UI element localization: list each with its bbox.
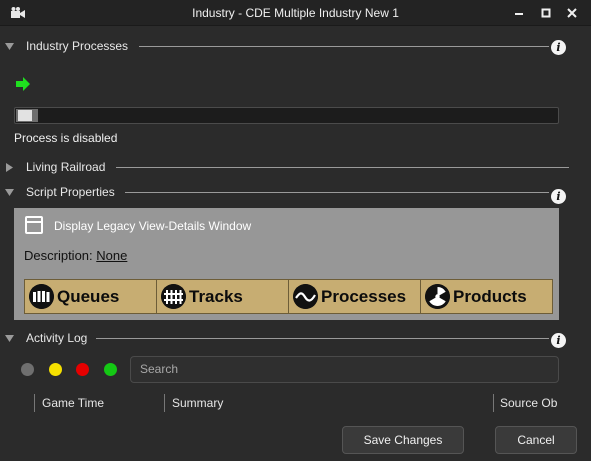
column-source-object[interactable]: Source Ob xyxy=(500,396,557,410)
filter-red-dot[interactable] xyxy=(76,363,89,376)
processes-button[interactable]: Processes xyxy=(289,280,421,313)
script-button-row: Queues Tracks Processes Products xyxy=(24,279,553,314)
radiation-icon xyxy=(425,284,450,309)
minimize-icon[interactable] xyxy=(511,5,527,21)
column-separator xyxy=(34,394,35,412)
section-divider xyxy=(116,167,569,168)
collapse-triangle-icon[interactable] xyxy=(5,188,14,197)
section-living-railroad[interactable]: Living Railroad xyxy=(0,159,591,177)
process-progress-bar xyxy=(14,107,559,124)
filter-green-dot[interactable] xyxy=(104,363,117,376)
section-activity-log[interactable]: Activity Log i xyxy=(0,330,591,348)
script-properties-panel: Display Legacy View-Details Window Descr… xyxy=(14,208,559,320)
title-bar[interactable]: Industry - CDE Multiple Industry New 1 xyxy=(0,0,591,26)
log-search-input[interactable]: Search xyxy=(130,356,559,383)
save-changes-button[interactable]: Save Changes xyxy=(342,426,464,454)
tracks-button[interactable]: Tracks xyxy=(157,280,289,313)
section-label: Activity Log xyxy=(26,331,88,345)
filter-grey-dot[interactable] xyxy=(21,363,34,376)
section-label: Industry Processes xyxy=(26,39,129,53)
column-separator xyxy=(493,394,494,412)
maximize-icon[interactable] xyxy=(538,5,554,21)
products-label: Products xyxy=(453,286,527,306)
description-label: Description: xyxy=(24,248,93,263)
column-separator xyxy=(164,394,165,412)
collapse-triangle-icon[interactable] xyxy=(5,334,14,343)
green-arrow-icon xyxy=(16,77,30,91)
description-value-link[interactable]: None xyxy=(96,248,127,263)
queues-label: Queues xyxy=(57,286,120,306)
section-industry-processes[interactable]: Industry Processes i xyxy=(0,38,591,56)
expand-triangle-icon[interactable] xyxy=(5,163,14,172)
process-status-text: Process is disabled xyxy=(14,131,118,145)
section-label: Script Properties xyxy=(26,185,115,199)
processes-label: Processes xyxy=(321,286,407,306)
window-title: Industry - CDE Multiple Industry New 1 xyxy=(192,6,399,20)
description-row: Description: None xyxy=(24,248,127,263)
section-label: Living Railroad xyxy=(26,160,106,174)
legacy-view-link[interactable]: Display Legacy View-Details Window xyxy=(54,219,251,233)
tracks-label: Tracks xyxy=(189,286,243,306)
section-divider xyxy=(139,46,549,47)
products-button[interactable]: Products xyxy=(421,280,552,313)
section-script-properties[interactable]: Script Properties i xyxy=(0,184,591,204)
window-icon[interactable] xyxy=(25,216,43,234)
column-game-time[interactable]: Game Time xyxy=(42,396,104,410)
process-wave-icon xyxy=(293,284,318,309)
queue-figures-icon xyxy=(29,284,54,309)
info-icon[interactable]: i xyxy=(551,40,566,55)
tracks-icon xyxy=(161,284,186,309)
collapse-triangle-icon[interactable] xyxy=(5,42,14,51)
section-divider xyxy=(125,192,549,193)
close-icon[interactable] xyxy=(564,5,580,21)
section-divider xyxy=(96,338,549,339)
column-summary[interactable]: Summary xyxy=(172,396,223,410)
progress-knob xyxy=(18,110,32,121)
filter-yellow-dot[interactable] xyxy=(49,363,62,376)
cancel-button[interactable]: Cancel xyxy=(495,426,577,454)
queues-button[interactable]: Queues xyxy=(25,280,157,313)
info-icon[interactable]: i xyxy=(551,333,566,348)
info-icon[interactable]: i xyxy=(551,189,566,204)
